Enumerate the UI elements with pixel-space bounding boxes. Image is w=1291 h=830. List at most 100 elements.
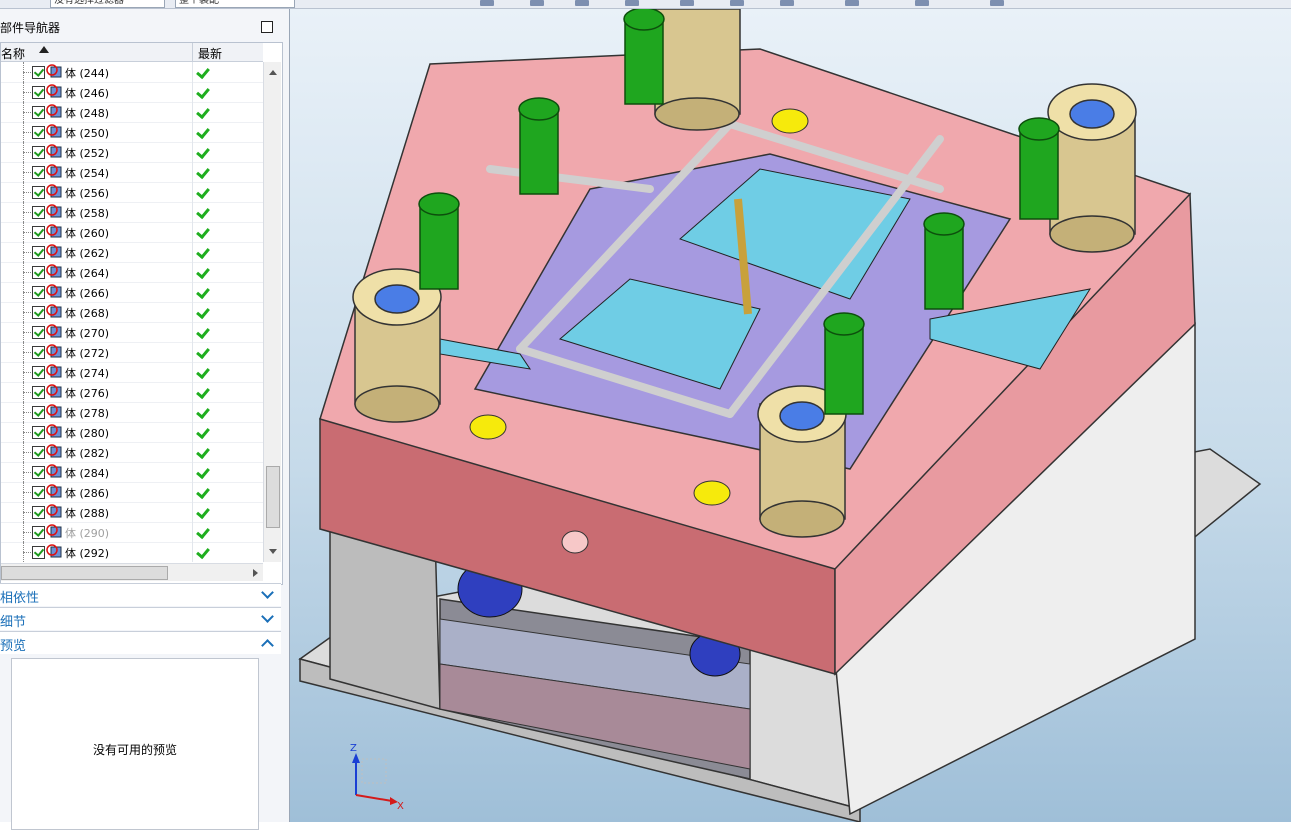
visibility-checkbox[interactable] [32,366,45,379]
tree-row[interactable]: 体 (278) [1,402,263,423]
visibility-checkbox[interactable] [32,506,45,519]
tree-row[interactable]: 体 (266) [1,282,263,303]
body-label: 体 (278) [65,407,110,420]
visibility-checkbox[interactable] [32,426,45,439]
tree-connector [23,332,31,333]
tree-row[interactable]: 体 (290) [1,522,263,543]
graphics-viewport[interactable]: Z X [290,9,1291,822]
tree-row[interactable]: 体 (284) [1,462,263,483]
toolbar-icon[interactable] [730,0,744,6]
tree-row[interactable]: 体 (260) [1,222,263,243]
chevron-up-icon[interactable] [261,639,274,652]
scroll-up-icon[interactable] [269,70,277,75]
visibility-checkbox[interactable] [32,106,45,119]
scroll-down-icon[interactable] [269,549,277,554]
section-dependency[interactable]: 相依性 [0,583,281,606]
tree-row[interactable]: 体 (272) [1,342,263,363]
section-preview[interactable]: 预览 [0,631,281,654]
visibility-checkbox[interactable] [32,146,45,159]
tree-row[interactable]: 体 (270) [1,322,263,343]
chevron-down-icon[interactable] [261,610,274,623]
tree-rows: 体 (244) 体 (246) 体 (248) 体 (250) 体 (252) 体 (25… [1,62,263,562]
visibility-checkbox[interactable] [32,446,45,459]
visibility-checkbox[interactable] [32,206,45,219]
column-separator[interactable] [192,43,193,61]
body-label: 体 (262) [65,247,110,260]
column-separator [192,62,193,82]
visibility-checkbox[interactable] [32,86,45,99]
body-icon [46,104,62,118]
visibility-checkbox[interactable] [32,186,45,199]
visibility-checkbox[interactable] [32,546,45,559]
tree-row[interactable]: 体 (282) [1,442,263,463]
column-separator [192,282,193,302]
body-icon [46,224,62,238]
visibility-checkbox[interactable] [32,246,45,259]
column-name-header[interactable]: 名称 [1,45,25,62]
tree-row[interactable]: 体 (288) [1,502,263,523]
tree-row[interactable]: 体 (274) [1,362,263,383]
tree-connector [23,392,31,393]
visibility-checkbox[interactable] [32,326,45,339]
body-icon [46,344,62,358]
tree-connector [23,412,31,413]
visibility-checkbox[interactable] [32,126,45,139]
tree-row[interactable]: 体 (280) [1,422,263,443]
tree-row[interactable]: 体 (252) [1,142,263,163]
visibility-checkbox[interactable] [32,226,45,239]
tree-row[interactable]: 体 (246) [1,82,263,103]
tree-row[interactable]: 体 (286) [1,482,263,503]
column-header: 名称 最新 [1,43,263,62]
tree-row[interactable]: 体 (256) [1,182,263,203]
selection-filter-dropdown[interactable]: 没有选择过滤器 [50,0,165,8]
maximize-icon[interactable] [261,21,273,33]
tree-row[interactable]: 体 (250) [1,122,263,143]
vertical-scrollbar[interactable] [263,62,281,562]
horizontal-scrollbar[interactable] [1,563,263,581]
toolbar-icon[interactable] [845,0,859,6]
visibility-checkbox[interactable] [32,166,45,179]
visibility-checkbox[interactable] [32,466,45,479]
selection-scope-dropdown[interactable]: 整个装配 [175,0,295,8]
toolbar-icon[interactable] [575,0,589,6]
section-details[interactable]: 细节 [0,607,281,630]
tree-row[interactable]: 体 (276) [1,382,263,403]
tree-row[interactable]: 体 (292) [1,542,263,562]
toolbar-icon[interactable] [480,0,494,6]
tree-row[interactable]: 体 (248) [1,102,263,123]
toolbar-icon[interactable] [530,0,544,6]
visibility-checkbox[interactable] [32,266,45,279]
body-icon [46,144,62,158]
chevron-down-icon[interactable] [261,586,274,599]
visibility-checkbox[interactable] [32,486,45,499]
toolbar-icon[interactable] [915,0,929,6]
tree-row[interactable]: 体 (254) [1,162,263,183]
scroll-thumb[interactable] [266,466,280,528]
visibility-checkbox[interactable] [32,346,45,359]
visibility-checkbox[interactable] [32,306,45,319]
up-to-date-check-icon [196,284,210,300]
visibility-checkbox[interactable] [32,526,45,539]
tree-row[interactable]: 体 (264) [1,262,263,283]
scroll-right-icon[interactable] [253,569,258,577]
tree-connector [23,472,31,473]
toolbar-icon[interactable] [780,0,794,6]
section-label: 预览 [0,639,27,654]
tree-row[interactable]: 体 (258) [1,202,263,223]
scroll-thumb[interactable] [1,566,168,580]
toolbar-icon[interactable] [680,0,694,6]
sort-ascending-icon[interactable] [39,46,49,53]
visibility-checkbox[interactable] [32,286,45,299]
visibility-checkbox[interactable] [32,406,45,419]
body-icon [46,364,62,378]
tree-row[interactable]: 体 (262) [1,242,263,263]
tree-row[interactable]: 体 (268) [1,302,263,323]
tree-row[interactable]: 体 (244) [1,62,263,83]
tree-connector [23,152,31,153]
column-separator [192,242,193,262]
toolbar-icon[interactable] [990,0,1004,6]
toolbar-icon[interactable] [625,0,639,6]
visibility-checkbox[interactable] [32,386,45,399]
visibility-checkbox[interactable] [32,66,45,79]
column-latest-header[interactable]: 最新 [198,45,222,62]
